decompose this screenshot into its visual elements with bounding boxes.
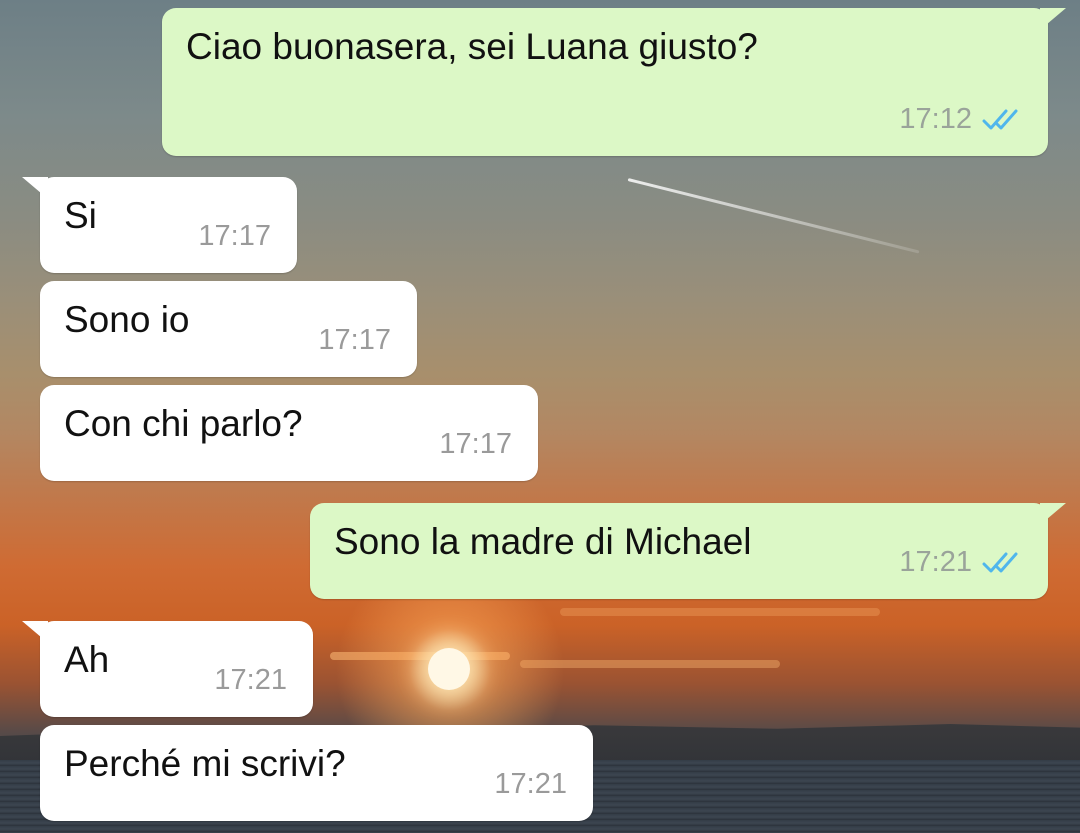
message-time: 17:17	[318, 324, 391, 356]
message-bubble-incoming[interactable]: Perché mi scrivi? 17:21	[40, 725, 593, 821]
message-bubble-incoming[interactable]: Con chi parlo? 17:17	[40, 385, 538, 481]
bubble-tail	[1040, 8, 1066, 30]
message-time: 17:17	[439, 428, 512, 460]
message-meta: 17:12	[899, 103, 1022, 136]
message-time: 17:17	[198, 220, 271, 252]
message-bubble-outgoing[interactable]: Ciao buonasera, sei Luana giusto? 17:12	[162, 8, 1066, 156]
message-text: Si	[64, 195, 97, 236]
message-meta: 17:17	[439, 428, 512, 461]
message-list[interactable]: Ciao buonasera, sei Luana giusto? 17:12 …	[0, 0, 1080, 833]
message-text: Ciao buonasera, sei Luana giusto?	[186, 26, 758, 67]
message-time: 17:21	[214, 664, 287, 696]
message-time: 17:21	[899, 546, 972, 578]
message-text: Sono la madre di Michael	[334, 521, 752, 562]
message-time: 17:12	[899, 103, 972, 135]
message-meta: 17:21	[494, 768, 567, 801]
double-check-icon	[982, 108, 1022, 132]
message-text: Perché mi scrivi?	[64, 743, 346, 784]
message-bubble-incoming[interactable]: Si 17:17	[22, 177, 297, 273]
message-text: Sono io	[64, 299, 190, 340]
message-text: Con chi parlo?	[64, 403, 303, 444]
message-bubble-incoming[interactable]: Ah 17:21	[22, 621, 313, 717]
message-bubble-incoming[interactable]: Sono io 17:17	[40, 281, 417, 377]
bubble-tail	[22, 621, 48, 643]
double-check-icon	[982, 551, 1022, 575]
bubble-tail	[22, 177, 48, 199]
message-bubble-outgoing[interactable]: Sono la madre di Michael 17:21	[310, 503, 1066, 599]
message-meta: 17:21	[899, 546, 1022, 579]
message-time: 17:21	[494, 768, 567, 800]
message-meta: 17:17	[318, 324, 391, 357]
message-meta: 17:21	[214, 664, 287, 697]
message-meta: 17:17	[198, 220, 271, 253]
message-text: Ah	[64, 639, 110, 680]
bubble-tail	[1040, 503, 1066, 525]
